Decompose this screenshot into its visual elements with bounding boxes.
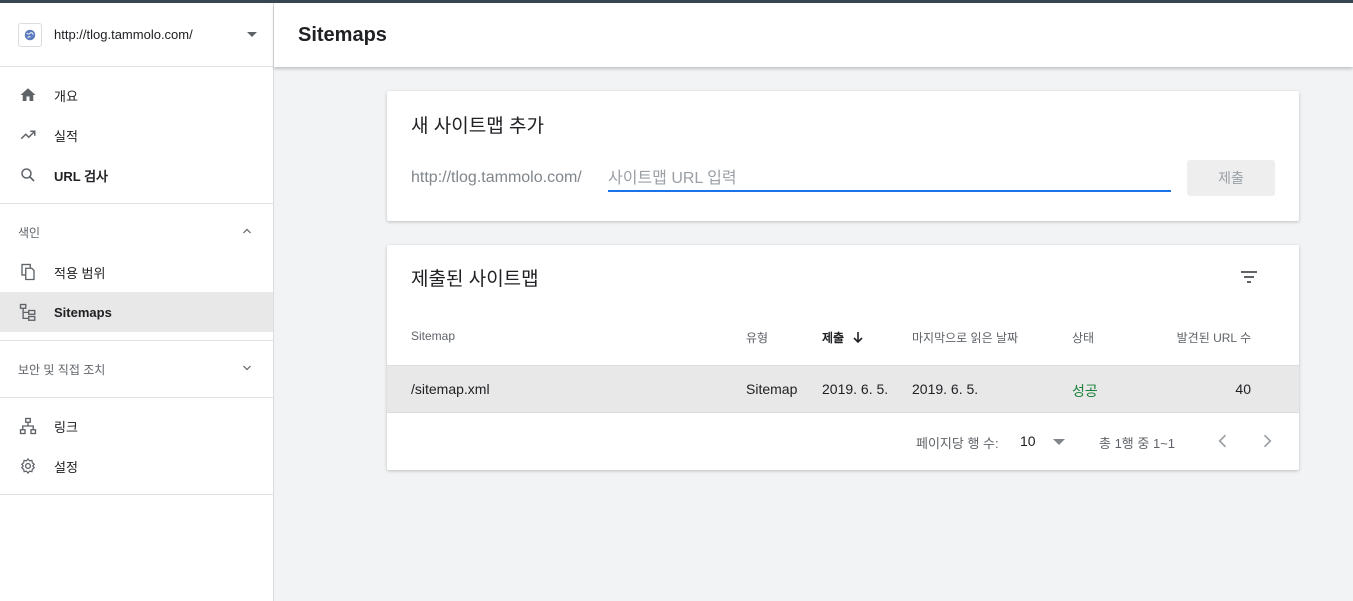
sidebar-item-sitemaps[interactable]: Sitemaps [0,292,273,332]
column-header-discovered-urls[interactable]: 발견된 URL 수 [1177,329,1251,346]
page-header: Sitemaps [274,3,1353,67]
submit-button[interactable]: 제출 [1187,160,1275,196]
caret-down-icon [1053,439,1066,446]
sidebar-item-label: 적용 범위 [54,265,106,281]
table-row[interactable]: /sitemap.xml Sitemap 2019. 6. 5. 2019. 6… [387,365,1299,413]
section-label: 보안 및 직접 조치 [18,362,106,377]
column-header-label: 제출 [822,331,845,345]
cell-discovered-urls: 40 [1235,381,1251,397]
column-header-status[interactable]: 상태 [1072,329,1094,346]
pagination-range: 총 1행 중 1~1 [1099,436,1175,451]
sidebar-item-label: 설정 [54,459,78,475]
chevron-down-icon [247,32,257,37]
sitemap-icon [18,302,38,322]
sidebar-item-label: Sitemaps [54,304,112,320]
property-selector[interactable]: http://tlog.tammolo.com/ [0,3,273,67]
cell-last-read: 2019. 6. 5. [912,381,979,397]
column-header-type[interactable]: 유형 [746,329,768,346]
chevron-down-icon [241,362,253,377]
security-section-toggle[interactable]: 보안 및 직접 조치 [0,349,273,389]
sidebar-item-coverage[interactable]: 적용 범위 [0,252,273,292]
sidebar-item-label: 실적 [54,128,78,144]
page-title: Sitemaps [298,23,387,46]
sidebar-item-overview[interactable]: 개요 [0,75,273,115]
submitted-sitemaps-card: 제출된 사이트맵 Sitemap 유형 제출 마지막으로 읽은 날짜 상태 발견… [387,245,1299,470]
search-icon [18,165,38,185]
chevron-up-icon [241,225,253,240]
column-header-sitemap[interactable]: Sitemap [411,329,455,343]
add-sitemap-card: 새 사이트맵 추가 http://tlog.tammolo.com/ 제출 [387,91,1299,221]
sitemap-url-input[interactable] [608,167,1171,192]
sidebar-item-settings[interactable]: 설정 [0,446,273,486]
nav-main: 개요 실적 URL 검사 [0,67,273,204]
nav-security: 보안 및 직접 조치 [0,341,273,398]
cell-type: Sitemap [746,381,798,397]
index-section-toggle[interactable]: 색인 [0,212,273,252]
rows-per-page-select[interactable]: 10 [1020,433,1066,449]
filter-icon[interactable] [1237,265,1261,289]
arrow-down-icon [852,331,864,347]
rows-per-page-label: 페이지당 행 수: [916,436,999,451]
globe-icon [18,22,42,47]
chevron-left-icon[interactable] [1213,431,1233,451]
home-icon [18,85,38,105]
chevron-right-icon[interactable] [1257,431,1277,451]
gear-icon [18,456,38,476]
sidebar-item-url-inspection[interactable]: URL 검사 [0,155,273,195]
copy-icon [18,262,38,282]
trending-up-icon [18,125,38,145]
nav-index: 색인 적용 범위 Sitemaps [0,204,273,341]
column-header-last-read[interactable]: 마지막으로 읽은 날짜 [912,329,1018,346]
cell-sitemap: /sitemap.xml [411,381,490,397]
column-header-submitted[interactable]: 제출 [822,329,864,347]
sidebar-item-label: URL 검사 [54,168,109,184]
cell-submitted: 2019. 6. 5. [822,381,889,397]
submitted-sitemaps-title: 제출된 사이트맵 [411,269,539,290]
url-prefix: http://tlog.tammolo.com/ [411,169,582,186]
rows-per-page-value: 10 [1020,433,1036,449]
section-label: 색인 [18,225,41,240]
sidebar-item-label: 링크 [54,419,78,435]
link-tree-icon [18,416,38,436]
sidebar-item-label: 개요 [54,88,78,104]
add-sitemap-title: 새 사이트맵 추가 [411,116,544,137]
property-url: http://tlog.tammolo.com/ [54,27,193,42]
sidebar-item-performance[interactable]: 실적 [0,115,273,155]
sidebar-item-links[interactable]: 링크 [0,406,273,446]
cell-status: 성공 [1072,383,1098,399]
sidebar: http://tlog.tammolo.com/ 개요 실적 URL 검사 색인 [0,3,274,601]
nav-other: 링크 설정 [0,398,273,495]
